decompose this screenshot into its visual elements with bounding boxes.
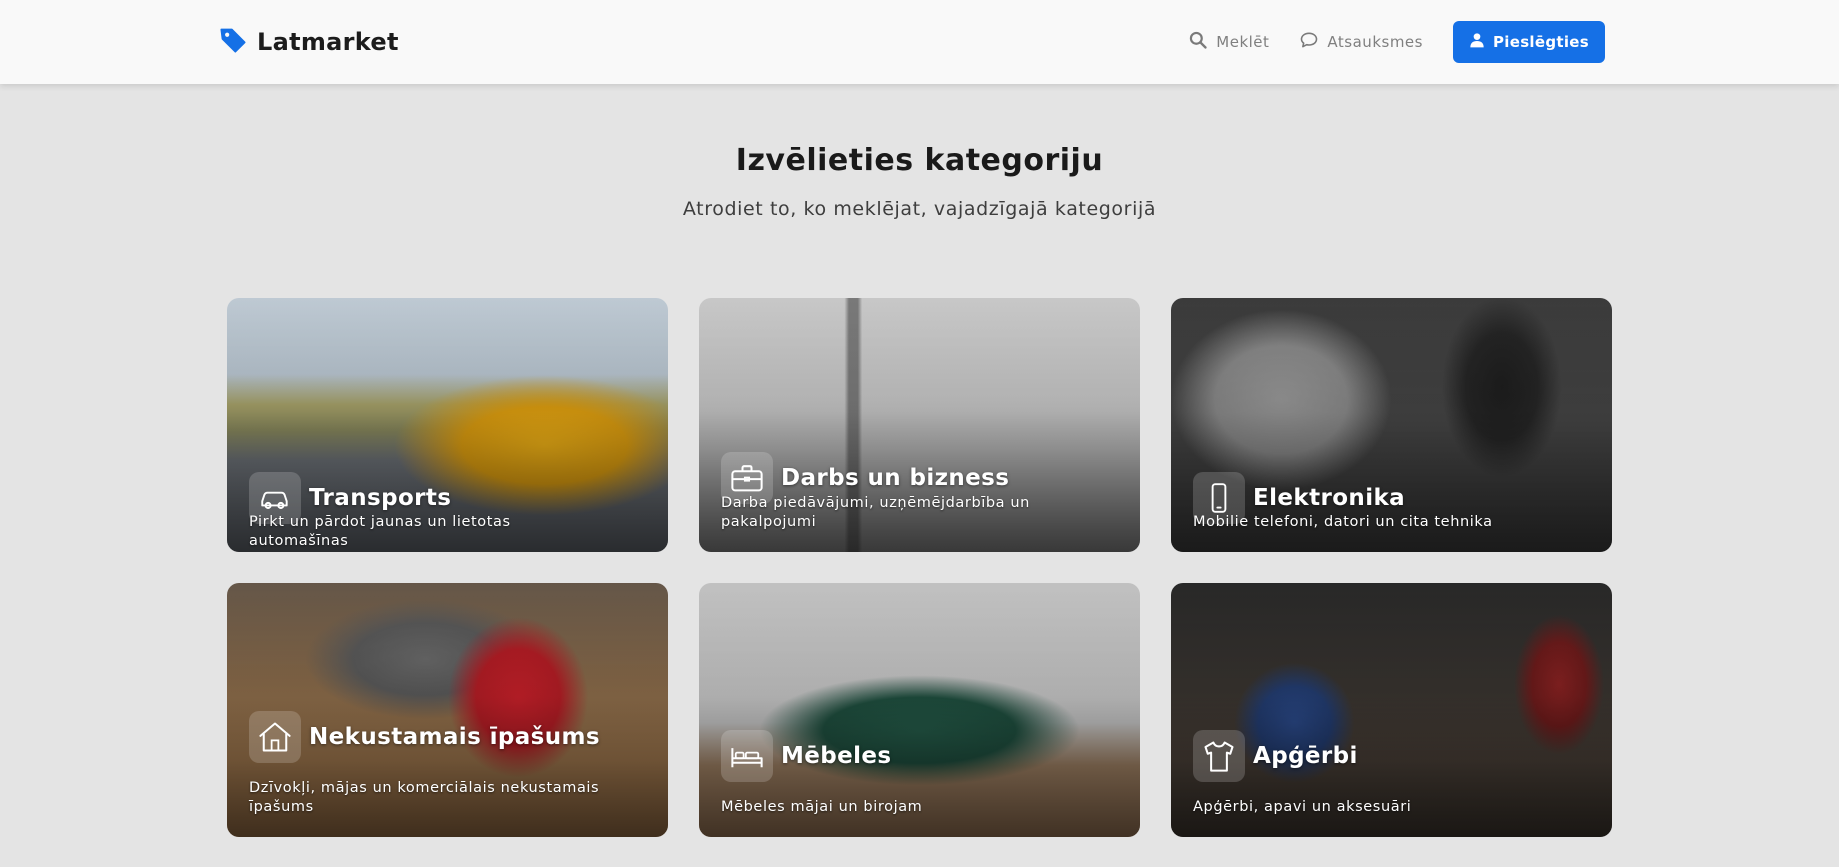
- header-nav: Meklēt Atsauksmes Pieslēgties: [1188, 20, 1605, 64]
- nav-reviews-label: Atsauksmes: [1327, 33, 1423, 51]
- category-card-electronics[interactable]: Elektronika Mobilie telefoni, datori un …: [1171, 298, 1612, 552]
- card-title: Darbs un bizness: [781, 465, 1010, 491]
- page-subtitle: Atrodiet to, ko meklējat, vajadzīgajā ka…: [682, 198, 1157, 220]
- nav-search-label: Meklēt: [1216, 33, 1270, 51]
- brand-name: Latmarket: [257, 28, 399, 56]
- card-title: Transports: [309, 485, 452, 511]
- search-icon: [1188, 30, 1208, 54]
- card-header: Nekustamais īpašums: [249, 711, 600, 763]
- card-description: Mobilie telefoni, datori un cita tehnika: [1193, 514, 1493, 530]
- card-description: Mēbeles mājai un birojam: [721, 799, 923, 815]
- card-title: Apģērbi: [1253, 743, 1358, 769]
- category-card-transport[interactable]: Transports Pirkt un pārdot jaunas un lie…: [227, 298, 668, 552]
- category-card-business[interactable]: Darbs un bizness Darba piedāvājumi, uzņē…: [699, 298, 1140, 552]
- card-header: Mēbeles: [721, 730, 892, 782]
- category-card-clothing[interactable]: Apģērbi Apģērbi, apavi un aksesuāri: [1171, 583, 1612, 837]
- bed-icon: [721, 730, 773, 782]
- house-icon: [249, 711, 301, 763]
- login-label: Pieslēgties: [1492, 33, 1589, 51]
- card-title: Nekustamais īpašums: [309, 724, 600, 750]
- card-description: Darba piedāvājumi, uzņēmējdarbība un pak…: [721, 495, 1030, 530]
- chat-bubble-icon: [1299, 30, 1319, 54]
- login-button[interactable]: Pieslēgties: [1452, 21, 1605, 63]
- card-description: Apģērbi, apavi un aksesuāri: [1193, 799, 1412, 815]
- nav-reviews-link[interactable]: Atsauksmes: [1299, 30, 1423, 54]
- tag-icon: [219, 26, 247, 58]
- page-heading: Izvēlieties kategoriju Atrodiet to, ko m…: [0, 143, 1839, 220]
- category-card-furniture[interactable]: Mēbeles Mēbeles mājai un birojam: [699, 583, 1140, 837]
- card-description: Pirkt un pārdot jaunas un lietotas autom…: [249, 514, 511, 549]
- card-header: Apģērbi: [1193, 730, 1358, 782]
- brand-logo[interactable]: Latmarket: [219, 26, 399, 58]
- card-title: Elektronika: [1253, 485, 1406, 511]
- page-title: Izvēlieties kategoriju: [735, 143, 1104, 178]
- top-navbar: Latmarket Meklēt Atsauksmes Pieslēgties: [0, 0, 1839, 84]
- card-title: Mēbeles: [781, 743, 892, 769]
- user-icon: [1469, 32, 1485, 52]
- tshirt-icon: [1193, 730, 1245, 782]
- category-card-real-estate[interactable]: Nekustamais īpašums Dzīvokļi, mājas un k…: [227, 583, 668, 837]
- card-description: Dzīvokļi, mājas un komerciālais nekustam…: [249, 780, 600, 815]
- nav-search-link[interactable]: Meklēt: [1188, 30, 1269, 54]
